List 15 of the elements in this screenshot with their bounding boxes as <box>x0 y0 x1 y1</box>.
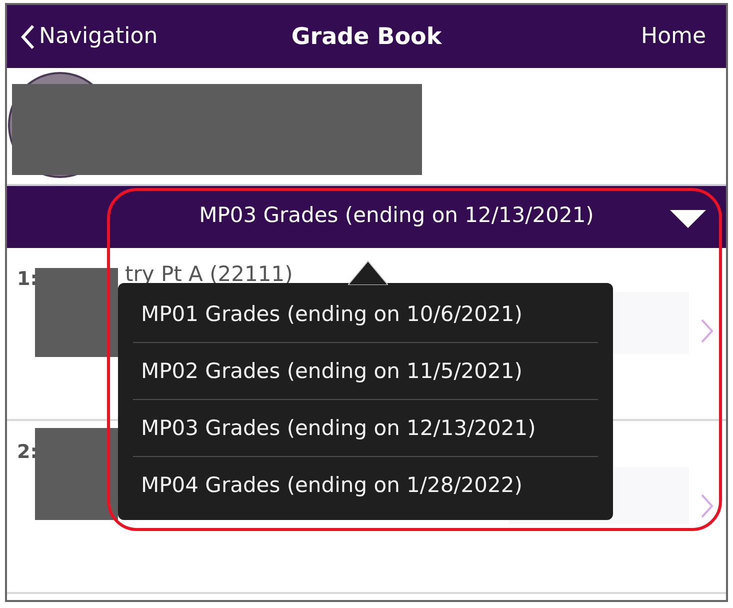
dropdown-triangle-icon <box>670 210 706 228</box>
page-title: Grade Book <box>291 24 442 50</box>
course-index: 2: <box>17 441 38 463</box>
back-chevron-icon <box>21 24 35 50</box>
menu-item[interactable]: MP04 Grades (ending on 1/28/2022) <box>133 456 598 513</box>
menu-item[interactable]: MP02 Grades (ending on 11/5/2021) <box>133 342 598 399</box>
chevron-right-icon <box>700 318 714 344</box>
menu-item[interactable]: MP03 Grades (ending on 12/13/2021) <box>133 399 598 456</box>
back-label: Navigation <box>39 24 158 49</box>
course-index: 1: <box>17 268 38 290</box>
grading-period-selector[interactable]: MP03 Grades (ending on 12/13/2021) <box>7 186 726 248</box>
menu-item[interactable]: MP01 Grades (ending on 10/6/2021) <box>133 285 598 342</box>
back-button[interactable]: Navigation <box>21 24 158 50</box>
home-button[interactable]: Home <box>641 24 712 49</box>
chevron-right-icon <box>700 493 714 519</box>
